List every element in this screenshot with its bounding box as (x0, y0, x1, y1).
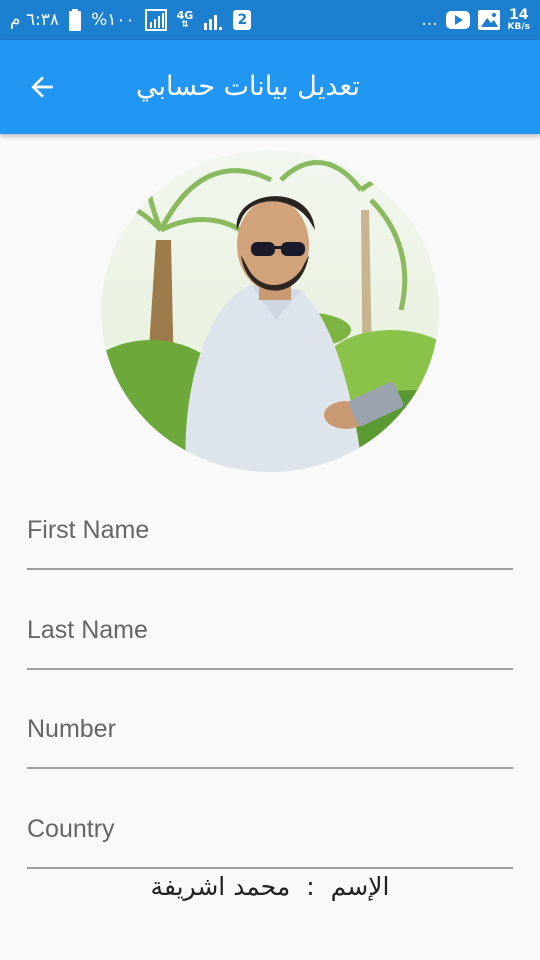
profile-name-line: الإسم : محمد اشريفة (0, 872, 540, 901)
youtube-icon (445, 11, 470, 29)
clock: ٦:٣٨ م (10, 10, 60, 30)
network-type: 4G ⇅ (177, 10, 194, 30)
more-notifications: ... (421, 10, 438, 30)
app-bar: تعديل بيانات حسابي (0, 40, 540, 134)
gallery-icon (477, 10, 500, 30)
first-name-placeholder: First Name (27, 516, 150, 544)
last-name-field[interactable]: Last Name (27, 600, 513, 670)
net-speed-value: 14 (509, 7, 529, 23)
arrow-back-icon (31, 76, 53, 98)
net-speed: 14 KB/s (508, 8, 530, 32)
country-field[interactable]: Country (27, 799, 513, 869)
data-arrows-icon: ⇅ (181, 20, 189, 30)
status-left: ٦:٣٨ م %١٠٠ 4G ⇅ 2 (10, 9, 252, 31)
sim-badge: 2 (233, 10, 252, 30)
number-placeholder: Number (27, 715, 116, 743)
battery-percent: %١٠٠ (91, 10, 135, 30)
sim-number: 2 (237, 12, 248, 28)
last-name-placeholder: Last Name (27, 616, 148, 644)
name-label: الإسم (330, 872, 390, 901)
page-title: تعديل بيانات حسابي (136, 71, 360, 102)
number-field[interactable]: Number (27, 699, 513, 769)
back-button[interactable] (24, 69, 60, 105)
status-right: ... 14 KB/s (421, 8, 530, 32)
name-separator: : (306, 872, 315, 901)
status-bar: ٦:٣٨ م %١٠٠ 4G ⇅ 2 ... 14 KB/s (0, 0, 540, 40)
battery-icon (69, 9, 82, 31)
signal-icon (144, 9, 167, 31)
avatar[interactable] (101, 150, 439, 472)
country-placeholder: Country (27, 815, 115, 843)
first-name-field[interactable]: First Name (27, 500, 513, 570)
net-speed-unit: KB/s (507, 22, 530, 32)
profile-photo (101, 150, 439, 472)
signal-bars-icon (203, 9, 223, 31)
name-value: محمد اشريفة (150, 872, 291, 901)
